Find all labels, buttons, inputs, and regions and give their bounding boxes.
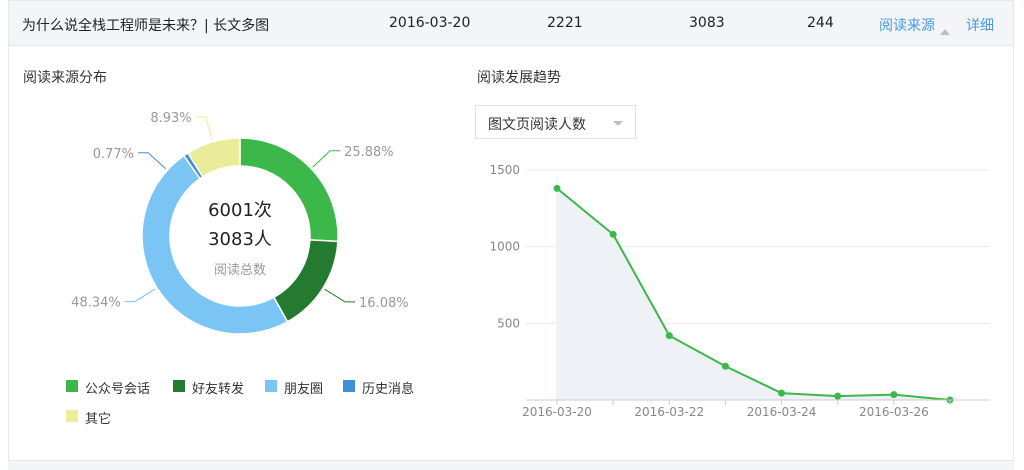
- collapse-arrow-icon: [940, 29, 950, 35]
- article-row: 为什么说全栈工程师是未来？| 长文多图 2016-03-20 2221 3083…: [8, 0, 1014, 46]
- trend-point[interactable]: [553, 184, 561, 192]
- y-tick-label: 1000: [489, 240, 520, 254]
- legend-label: 历史消息: [362, 382, 415, 397]
- x-tick-label: 2016-03-26: [859, 405, 929, 419]
- trend-point[interactable]: [609, 230, 617, 238]
- leader-line-public-session: [312, 150, 341, 168]
- trend-point[interactable]: [834, 392, 842, 400]
- trend-point[interactable]: [665, 332, 673, 340]
- trend-point[interactable]: [721, 362, 729, 370]
- leader-line-moments: [124, 288, 156, 303]
- read-source-link[interactable]: 阅读来源: [879, 15, 950, 35]
- detail-link[interactable]: 详细: [966, 15, 994, 35]
- legend-label: 公众号会话: [85, 382, 151, 397]
- article-value-1: 2221: [547, 15, 583, 31]
- article-date: 2016-03-20: [389, 15, 471, 31]
- leader-line-other: [195, 116, 213, 141]
- total-reads-count: 6001次: [208, 200, 272, 221]
- trend-section-title: 阅读发展趋势: [477, 70, 561, 86]
- legend-swatch: [173, 380, 185, 392]
- total-reads-caption: 阅读总数: [214, 263, 266, 278]
- trend-point[interactable]: [778, 389, 786, 397]
- slice-label-moments: 48.34%: [71, 296, 121, 311]
- leader-line-friend-share: [324, 288, 356, 303]
- slice-label-history: 0.77%: [93, 147, 134, 162]
- x-tick-label: 2016-03-24: [747, 405, 817, 419]
- slice-label-friend-share: 16.08%: [359, 296, 409, 311]
- legend-label: 好友转发: [192, 382, 245, 397]
- legend-label: 朋友圈: [284, 382, 324, 397]
- y-tick-label: 1500: [489, 163, 520, 177]
- slice-label-public-session: 25.88%: [344, 145, 394, 160]
- metric-select-value: 图文页阅读人数: [488, 117, 586, 133]
- source-section-title: 阅读来源分布: [23, 70, 107, 86]
- legend-swatch: [343, 380, 355, 392]
- read-source-label: 阅读来源: [879, 18, 935, 34]
- donut-slice-friend-share[interactable]: [272, 239, 339, 323]
- slice-label-other: 8.93%: [150, 111, 191, 126]
- article-title: 为什么说全栈工程师是未来？| 长文多图: [22, 18, 270, 34]
- total-readers-count: 3083人: [208, 229, 272, 250]
- chevron-down-icon: [613, 121, 623, 126]
- trend-point[interactable]: [890, 391, 898, 399]
- metric-select[interactable]: 图文页阅读人数: [475, 105, 636, 139]
- legend-swatch: [66, 410, 78, 422]
- trend-area: [557, 188, 950, 400]
- source-legend: 公众号会话 好友转发 朋友圈 历史消息 其它: [66, 378, 446, 428]
- article-value-2: 3083: [689, 15, 725, 31]
- legend-swatch: [66, 380, 78, 392]
- y-tick-label: 500: [497, 316, 520, 330]
- donut-slice-public-session[interactable]: [239, 137, 339, 243]
- x-tick-label: 2016-03-22: [634, 405, 704, 419]
- leader-line-history: [138, 152, 167, 170]
- article-value-3: 244: [807, 15, 834, 31]
- legend-label: 其它: [85, 412, 112, 427]
- trend-line-chart: 500 1000 1500 2016-03-20 2016-03-22 2016-03-…: [489, 163, 990, 419]
- legend-swatch: [265, 380, 277, 392]
- x-tick-label: 2016-03-20: [522, 405, 592, 419]
